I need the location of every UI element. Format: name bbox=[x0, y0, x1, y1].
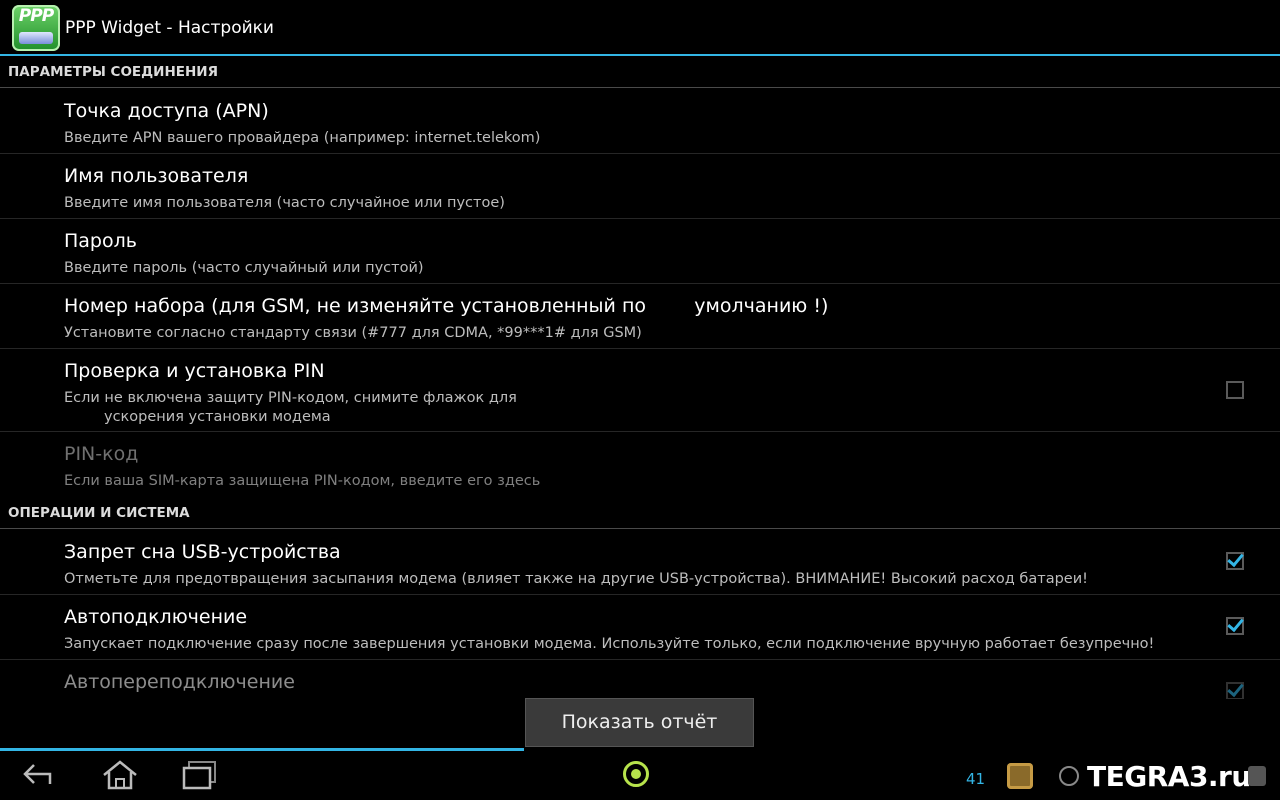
page-title: PPP Widget - Настройки bbox=[65, 18, 274, 38]
recent-apps-icon[interactable] bbox=[180, 758, 220, 792]
pref-title: Номер набора (для GSM, не изменяйте уста… bbox=[64, 295, 829, 317]
usb-modem-icon bbox=[19, 32, 53, 44]
pref-summary: Если не включена защиту PIN-кодом, сними… bbox=[64, 389, 517, 427]
pref-summary-line1: Если не включена защиту PIN-кодом, сними… bbox=[64, 390, 517, 406]
checkmark-icon bbox=[1227, 679, 1244, 698]
autoconnect-checkbox[interactable] bbox=[1226, 614, 1244, 635]
category-connection-params: ПАРАМЕТРЫ СОЕДИНЕНИЯ bbox=[0, 56, 1280, 88]
pref-summary: Введите пароль (часто случайный или пуст… bbox=[64, 260, 424, 276]
scroll-progress-indicator bbox=[0, 748, 524, 751]
checkmark-icon bbox=[1227, 549, 1244, 568]
pref-dial-number[interactable]: Номер набора (для GSM, не изменяйте уста… bbox=[0, 283, 1280, 348]
pref-apn[interactable]: Точка доступа (APN) Введите APN вашего п… bbox=[0, 88, 1280, 153]
notification-app-icon[interactable] bbox=[1007, 763, 1033, 789]
pref-summary: Если ваша SIM-карта защищена PIN-кодом, … bbox=[64, 473, 541, 489]
category-operations-system: ОПЕРАЦИИ И СИСТЕМА bbox=[0, 497, 1280, 529]
pref-summary-line2: ускорения установки модема bbox=[104, 409, 331, 425]
pref-password[interactable]: Пароль Введите пароль (часто случайный и… bbox=[0, 218, 1280, 283]
pref-pin-check[interactable]: Проверка и установка PIN Если не включен… bbox=[0, 348, 1280, 431]
pref-pin-code: PIN-код Если ваша SIM-карта защищена PIN… bbox=[0, 431, 1280, 497]
show-report-toast[interactable]: Показать отчёт bbox=[525, 698, 754, 747]
pref-summary: Отметьте для предотвращения засыпания мо… bbox=[64, 571, 1088, 587]
pref-username[interactable]: Имя пользователя Введите имя пользовател… bbox=[0, 153, 1280, 218]
status-time: 41 bbox=[966, 770, 986, 788]
app-icon-text: PPP bbox=[18, 6, 54, 26]
system-nav-bar: 41 TEGRA3.ru bbox=[0, 748, 1280, 800]
back-icon[interactable] bbox=[20, 758, 60, 792]
pref-summary: Введите APN вашего провайдера (например:… bbox=[64, 130, 541, 146]
notification-circle-icon[interactable] bbox=[1059, 766, 1079, 786]
action-bar: PPP PPP Widget - Настройки bbox=[0, 0, 1280, 56]
pref-summary: Установите согласно стандарту связи (#77… bbox=[64, 325, 642, 341]
pref-title: Имя пользователя bbox=[64, 165, 249, 187]
app-window: PPP PPP Widget - Настройки ПАРАМЕТРЫ СОЕ… bbox=[0, 0, 1280, 800]
usb-no-sleep-checkbox[interactable] bbox=[1226, 549, 1244, 570]
pref-usb-no-sleep[interactable]: Запрет сна USB-устройства Отметьте для п… bbox=[0, 529, 1280, 594]
app-icon[interactable]: PPP bbox=[12, 5, 60, 51]
checkmark-icon bbox=[1227, 614, 1244, 633]
pref-autoreconnect[interactable]: Автопереподключение bbox=[0, 659, 1280, 699]
autoreconnect-checkbox[interactable] bbox=[1226, 679, 1244, 699]
pref-title: Проверка и установка PIN bbox=[64, 360, 325, 382]
watermark-logo: TEGRA3.ru bbox=[1087, 760, 1251, 793]
launcher-ring-icon[interactable] bbox=[623, 761, 649, 787]
pref-autoconnect[interactable]: Автоподключение Запускает подключение ср… bbox=[0, 594, 1280, 659]
status-signal-icon bbox=[1248, 766, 1266, 786]
pref-title: Пароль bbox=[64, 230, 137, 252]
pref-title: Автопереподключение bbox=[64, 671, 295, 693]
pref-summary: Введите имя пользователя (часто случайно… bbox=[64, 195, 505, 211]
pref-title: Автоподключение bbox=[64, 606, 248, 628]
pref-title: Точка доступа (APN) bbox=[64, 100, 269, 122]
home-icon[interactable] bbox=[100, 758, 140, 792]
pref-summary: Запускает подключение сразу после заверш… bbox=[64, 636, 1155, 652]
pin-check-checkbox[interactable] bbox=[1226, 381, 1244, 399]
pref-title: PIN-код bbox=[64, 443, 139, 465]
category-header: ПАРАМЕТРЫ СОЕДИНЕНИЯ bbox=[8, 64, 218, 80]
category-header: ОПЕРАЦИИ И СИСТЕМА bbox=[8, 505, 190, 521]
pref-title: Запрет сна USB-устройства bbox=[64, 541, 341, 563]
